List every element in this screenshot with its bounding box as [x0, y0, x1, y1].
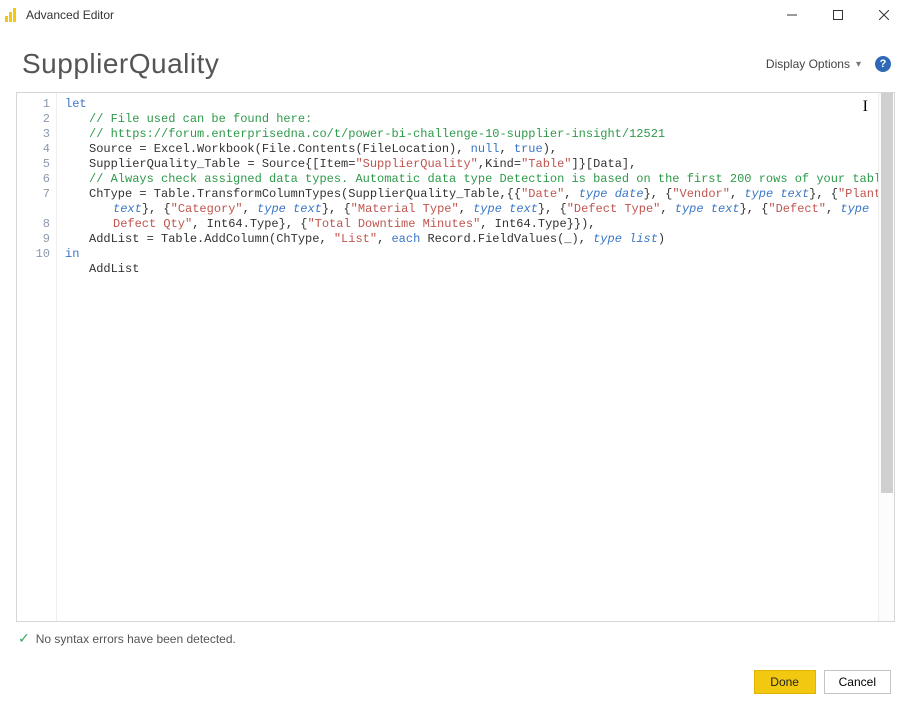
query-name: SupplierQuality — [22, 48, 766, 80]
window-title: Advanced Editor — [26, 8, 114, 22]
app-icon — [4, 7, 20, 23]
cancel-button[interactable]: Cancel — [824, 670, 891, 694]
code-content[interactable]: I let // File used can be found here: //… — [57, 93, 878, 621]
minimize-button[interactable] — [769, 0, 815, 30]
titlebar: Advanced Editor — [0, 0, 911, 30]
help-icon[interactable]: ? — [875, 56, 891, 72]
status-bar: ✓ No syntax errors have been detected. — [0, 622, 911, 647]
footer-buttons: Done Cancel — [754, 670, 891, 694]
chevron-down-icon: ▾ — [856, 59, 861, 70]
scrollbar-thumb[interactable] — [881, 93, 893, 493]
header-row: SupplierQuality Display Options ▾ ? — [0, 30, 911, 92]
text-cursor-icon: I — [863, 99, 868, 114]
vertical-scrollbar[interactable] — [878, 93, 894, 621]
status-message: No syntax errors have been detected. — [36, 632, 236, 646]
window-controls — [769, 0, 907, 30]
done-button[interactable]: Done — [754, 670, 816, 694]
close-button[interactable] — [861, 0, 907, 30]
display-options-label: Display Options — [766, 57, 850, 71]
code-editor[interactable]: 1 2 3 4 5 6 7 8 9 10 I let // File used … — [16, 92, 895, 622]
display-options-dropdown[interactable]: Display Options ▾ — [766, 57, 861, 71]
maximize-button[interactable] — [815, 0, 861, 30]
line-number-gutter: 1 2 3 4 5 6 7 8 9 10 — [17, 93, 57, 621]
check-icon: ✓ — [18, 630, 30, 647]
